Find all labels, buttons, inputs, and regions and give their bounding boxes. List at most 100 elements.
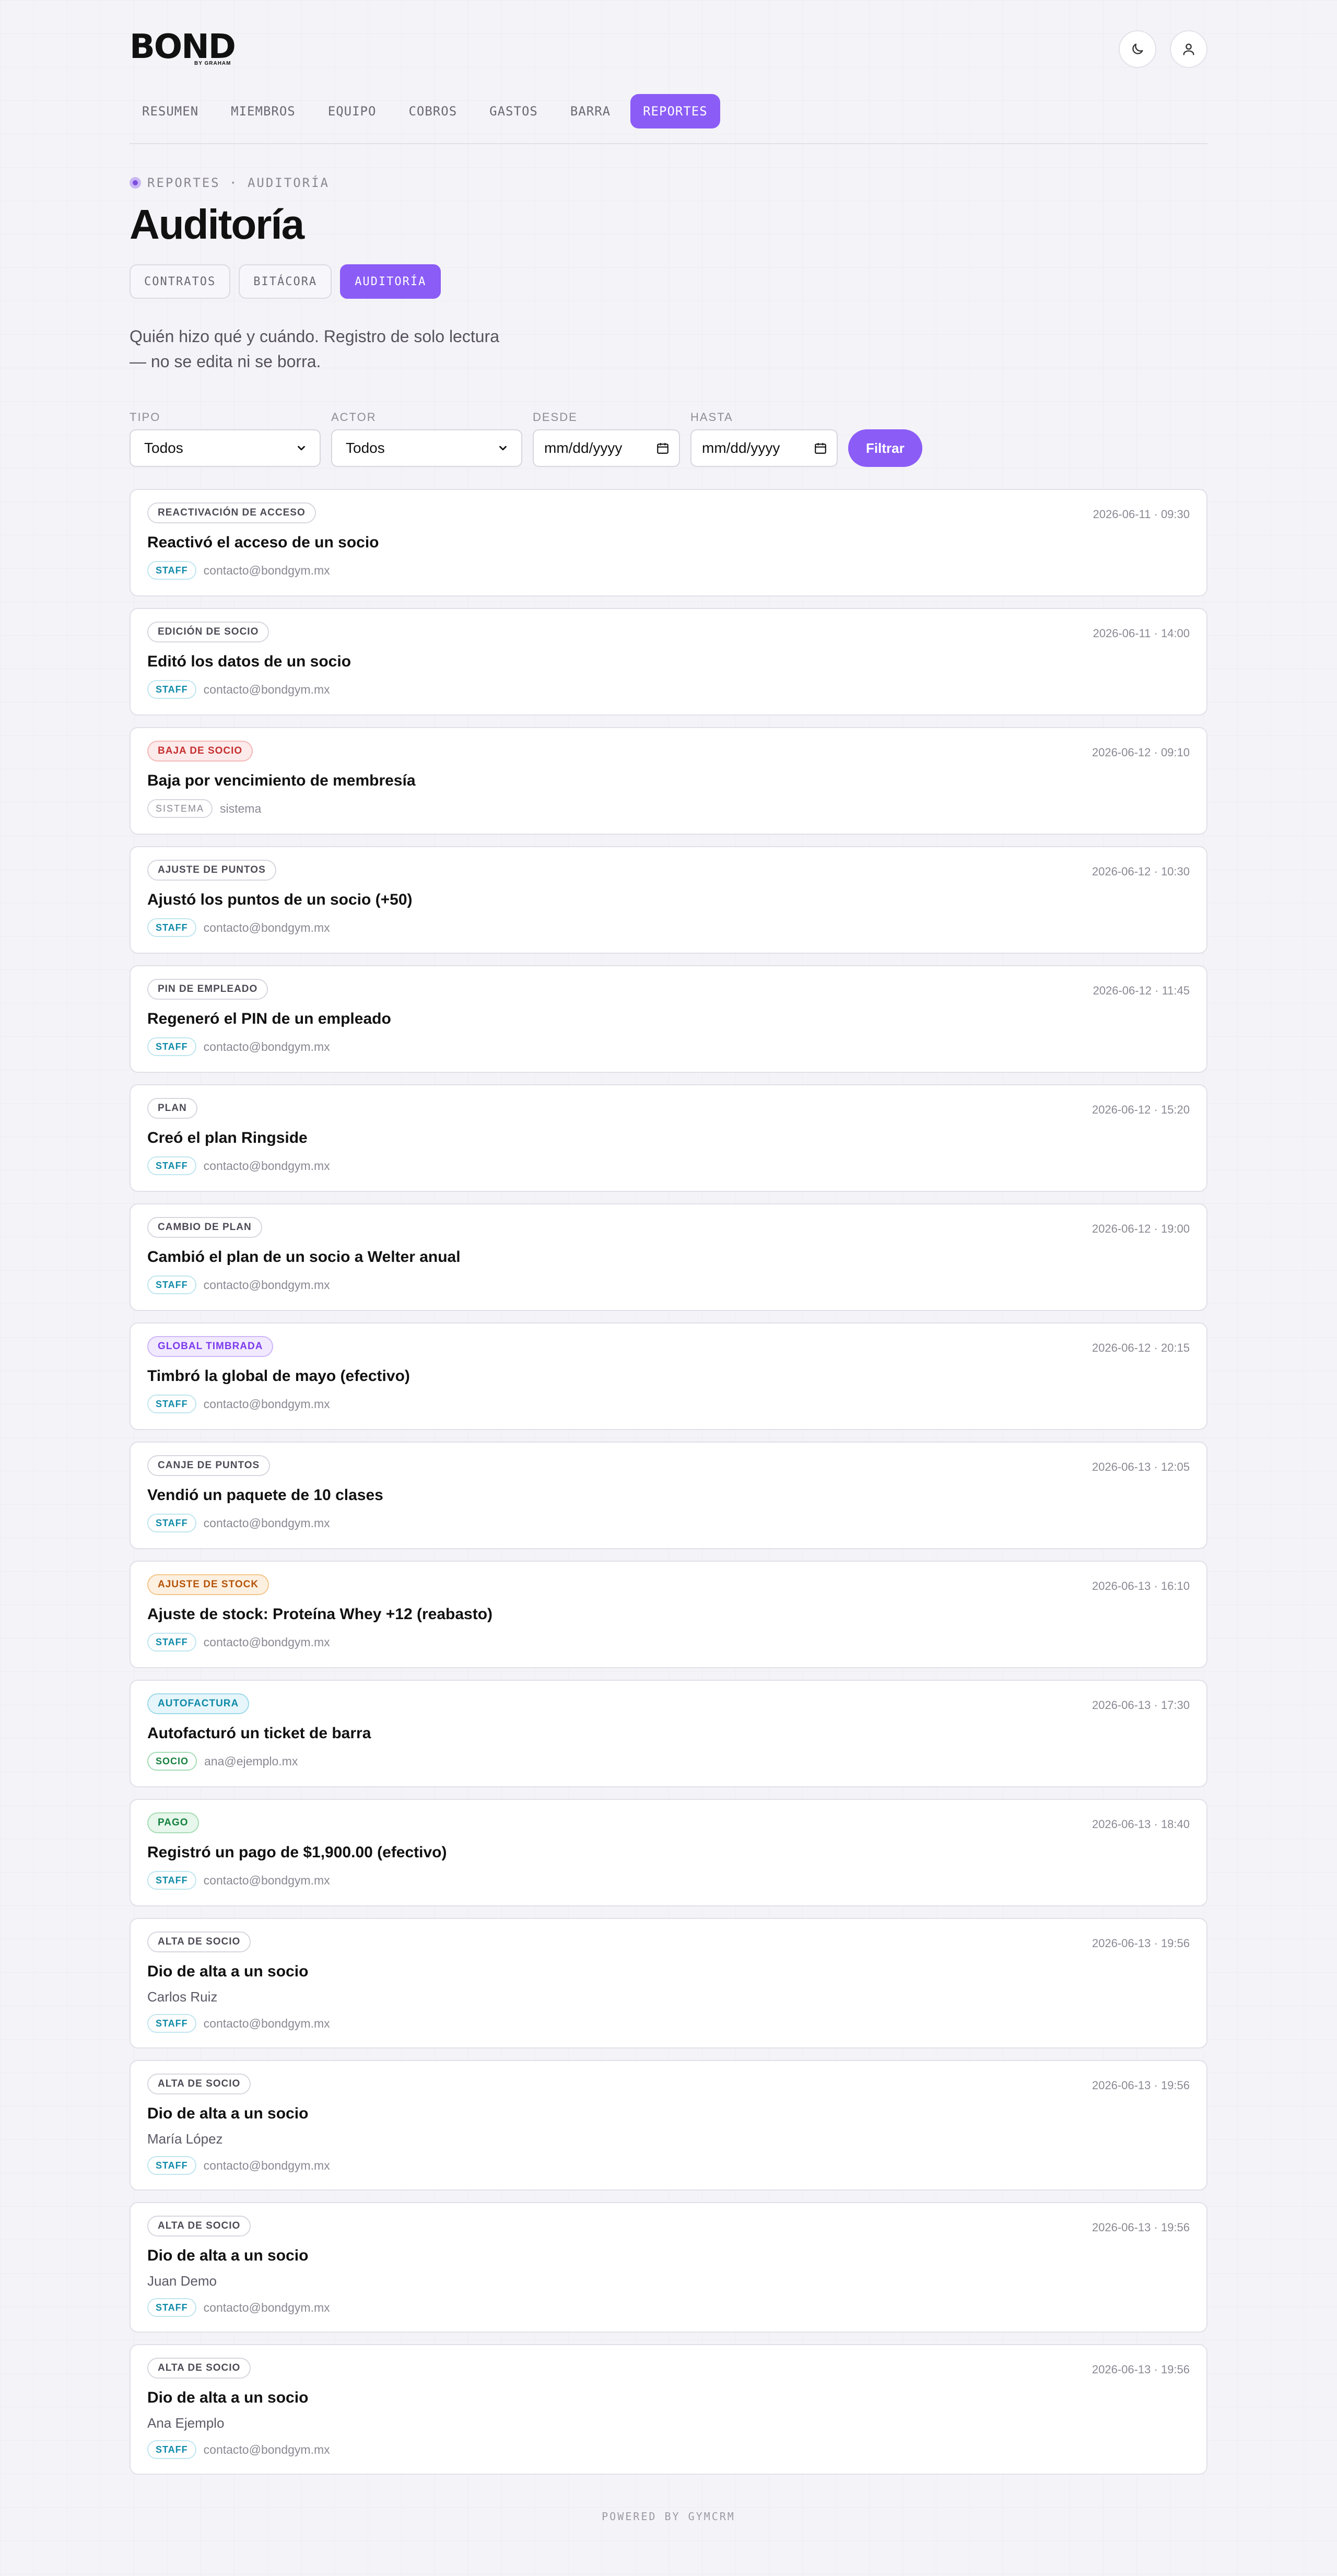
- event-type-badge: PLAN: [147, 1098, 197, 1119]
- audit-entry[interactable]: AUTOFACTURA 2026-06-13 · 17:30 Autofacturó…: [130, 1680, 1207, 1787]
- nav-item-barra[interactable]: BARRA: [558, 94, 623, 128]
- audit-entry[interactable]: GLOBAL TIMBRADA 2026-06-12 · 20:15 Timbró …: [130, 1322, 1207, 1430]
- actor-email: contacto@bondgym.mx: [203, 920, 330, 934]
- filter-hasta-label: HASTA: [690, 411, 733, 424]
- audit-entry[interactable]: AJUSTE DE PUNTOS 2026-06-12 · 10:30 Ajustó…: [130, 846, 1207, 954]
- filter-tipo-label: TIPO: [130, 411, 161, 424]
- subtab-2[interactable]: AUDITORÍA: [340, 264, 441, 299]
- header: BOND BY GRAHAM: [130, 0, 1207, 89]
- actor-role-badge: STAFF: [147, 1156, 196, 1175]
- entry-timestamp: 2026-06-11 · 09:30: [1093, 508, 1190, 521]
- app: BOND BY GRAHAM RESUMEN MIEMBROS EQUIPO COBR…: [130, 0, 1207, 2475]
- entry-title: Ajuste de stock: Proteína Whey +12 (reab…: [147, 1606, 493, 1623]
- hasta-date-value: mm/dd/yyyy: [702, 440, 780, 456]
- chevron-down-icon: [298, 446, 305, 451]
- actor-email: contacto@bondgym.mx: [203, 1278, 330, 1292]
- subtab-1[interactable]: BITÁCORA: [239, 264, 332, 299]
- entry-timestamp: 2026-06-12 · 09:10: [1092, 746, 1190, 759]
- event-type-badge: ALTA DE SOCIO: [147, 2074, 251, 2094]
- nav-item-cobros[interactable]: COBROS: [396, 94, 470, 128]
- desde-date-input[interactable]: mm/dd/yyyy: [533, 429, 680, 467]
- breadcrumb: REPORTES · AUDITORÍA: [130, 175, 330, 190]
- entry-subject: Carlos Ruiz: [147, 1989, 218, 2005]
- entry-subject: Juan Demo: [147, 2273, 217, 2289]
- entry-actor: STAFF contacto@bondgym.mx: [147, 2440, 330, 2459]
- entry-title: Editó los datos de un socio: [147, 653, 351, 670]
- audit-entry[interactable]: ALTA DE SOCIO 2026-06-13 · 19:56 Dio de al…: [130, 2060, 1207, 2191]
- desde-date-value: mm/dd/yyyy: [544, 440, 623, 456]
- event-type-badge: ALTA DE SOCIO: [147, 2216, 251, 2237]
- tipo-select-value: Todos: [144, 440, 183, 456]
- audit-entry[interactable]: ALTA DE SOCIO 2026-06-13 · 19:56 Dio de al…: [130, 2344, 1207, 2475]
- actor-select-value: Todos: [346, 440, 385, 456]
- entry-actor: STAFF contacto@bondgym.mx: [147, 1871, 330, 1890]
- tipo-select[interactable]: Todos: [130, 429, 321, 467]
- event-type-badge: PIN DE EMPLEADO: [147, 979, 268, 1000]
- filter-button[interactable]: Filtrar: [848, 429, 922, 467]
- entry-timestamp: 2026-06-13 · 19:56: [1092, 1937, 1190, 1950]
- nav-item-resumen[interactable]: RESUMEN: [130, 94, 211, 128]
- actor-role-badge: SISTEMA: [147, 799, 213, 818]
- audit-entry[interactable]: ALTA DE SOCIO 2026-06-13 · 19:56 Dio de al…: [130, 2202, 1207, 2333]
- filter-hasta: HASTA mm/dd/yyyy: [690, 411, 838, 467]
- audit-entry[interactable]: ALTA DE SOCIO 2026-06-13 · 19:56 Dio de al…: [130, 1918, 1207, 2048]
- filter-actor-label: ACTOR: [331, 411, 377, 424]
- entry-title: Ajustó los puntos de un socio (+50): [147, 891, 413, 908]
- user-menu-button[interactable]: [1170, 30, 1207, 68]
- nav-item-gastos[interactable]: GASTOS: [477, 94, 550, 128]
- audit-entry[interactable]: CANJE DE PUNTOS 2026-06-13 · 12:05 Vendió …: [130, 1442, 1207, 1549]
- entry-title: Dio de alta a un socio: [147, 2105, 309, 2122]
- nav-item-reportes[interactable]: REPORTES: [630, 94, 720, 128]
- event-type-badge: EDICIÓN DE SOCIO: [147, 622, 269, 642]
- entry-title: Creó el plan Ringside: [147, 1129, 308, 1146]
- event-type-badge: AJUSTE DE STOCK: [147, 1574, 269, 1595]
- entry-actor: STAFF contacto@bondgym.mx: [147, 1514, 330, 1532]
- actor-email: contacto@bondgym.mx: [203, 1516, 330, 1530]
- audit-entry[interactable]: CAMBIO DE PLAN 2026-06-12 · 19:00 Cambió e…: [130, 1203, 1207, 1311]
- actor-email: contacto@bondgym.mx: [203, 2442, 330, 2456]
- event-type-badge: PAGO: [147, 1812, 199, 1833]
- entry-title: Timbró la global de mayo (efectivo): [147, 1367, 410, 1385]
- actor-role-badge: STAFF: [147, 2156, 196, 2175]
- entry-timestamp: 2026-06-12 · 19:00: [1092, 1222, 1190, 1235]
- page-description: Quién hizo qué y cuándo. Registro de sol…: [130, 327, 499, 371]
- entry-actor: SOCIO ana@ejemplo.mx: [147, 1752, 298, 1771]
- actor-role-badge: STAFF: [147, 680, 196, 699]
- entry-title: Baja por vencimiento de membresía: [147, 772, 416, 789]
- actor-email: contacto@bondgym.mx: [203, 2158, 330, 2172]
- actor-role-badge: STAFF: [147, 1037, 196, 1056]
- entry-timestamp: 2026-06-13 · 18:40: [1092, 1818, 1190, 1831]
- nav-item-equipo[interactable]: EQUIPO: [315, 94, 389, 128]
- filter-desde: DESDE mm/dd/yyyy: [533, 411, 680, 467]
- audit-entry[interactable]: REACTIVACIÓN DE ACCESO 2026-06-11 · 09:30…: [130, 489, 1207, 596]
- actor-select[interactable]: Todos: [331, 429, 522, 467]
- actor-role-badge: STAFF: [147, 1275, 196, 1294]
- calendar-icon[interactable]: [814, 441, 827, 455]
- actor-role-badge: STAFF: [147, 1633, 196, 1652]
- calendar-icon[interactable]: [656, 441, 670, 455]
- audit-entry[interactable]: BAJA DE SOCIO 2026-06-12 · 09:10 Baja por …: [130, 727, 1207, 835]
- audit-entry[interactable]: PIN DE EMPLEADO 2026-06-12 · 11:45 Regener…: [130, 965, 1207, 1073]
- event-type-badge: ALTA DE SOCIO: [147, 1931, 251, 1952]
- event-type-badge: AUTOFACTURA: [147, 1693, 250, 1714]
- entry-timestamp: 2026-06-13 · 19:56: [1092, 2363, 1190, 2376]
- audit-entry[interactable]: EDICIÓN DE SOCIO 2026-06-11 · 14:00 Editó …: [130, 608, 1207, 716]
- hasta-date-input[interactable]: mm/dd/yyyy: [690, 429, 838, 467]
- logo[interactable]: BOND BY GRAHAM: [130, 30, 236, 66]
- entry-timestamp: 2026-06-12 · 15:20: [1092, 1103, 1190, 1116]
- entry-timestamp: 2026-06-13 · 19:56: [1092, 2079, 1190, 2092]
- audit-entry[interactable]: PAGO 2026-06-13 · 18:40 Registró un pago d…: [130, 1799, 1207, 1906]
- event-type-badge: GLOBAL TIMBRADA: [147, 1336, 274, 1357]
- audit-entry[interactable]: PLAN 2026-06-12 · 15:20 Creó el plan Rings…: [130, 1084, 1207, 1192]
- actor-role-badge: SOCIO: [147, 1752, 197, 1771]
- actor-email: contacto@bondgym.mx: [203, 2300, 330, 2314]
- audit-entry[interactable]: AJUSTE DE STOCK 2026-06-13 · 16:10 Ajuste …: [130, 1561, 1207, 1668]
- entry-title: Cambió el plan de un socio a Welter anua…: [147, 1248, 461, 1266]
- nav-item-miembros[interactable]: MIEMBROS: [218, 94, 308, 128]
- entry-actor: STAFF contacto@bondgym.mx: [147, 1395, 330, 1413]
- event-type-badge: BAJA DE SOCIO: [147, 741, 253, 762]
- theme-toggle-button[interactable]: [1119, 30, 1156, 68]
- subtab-0[interactable]: CONTRATOS: [130, 264, 231, 299]
- actor-email: contacto@bondgym.mx: [203, 1873, 330, 1887]
- entry-actor: STAFF contacto@bondgym.mx: [147, 2014, 330, 2033]
